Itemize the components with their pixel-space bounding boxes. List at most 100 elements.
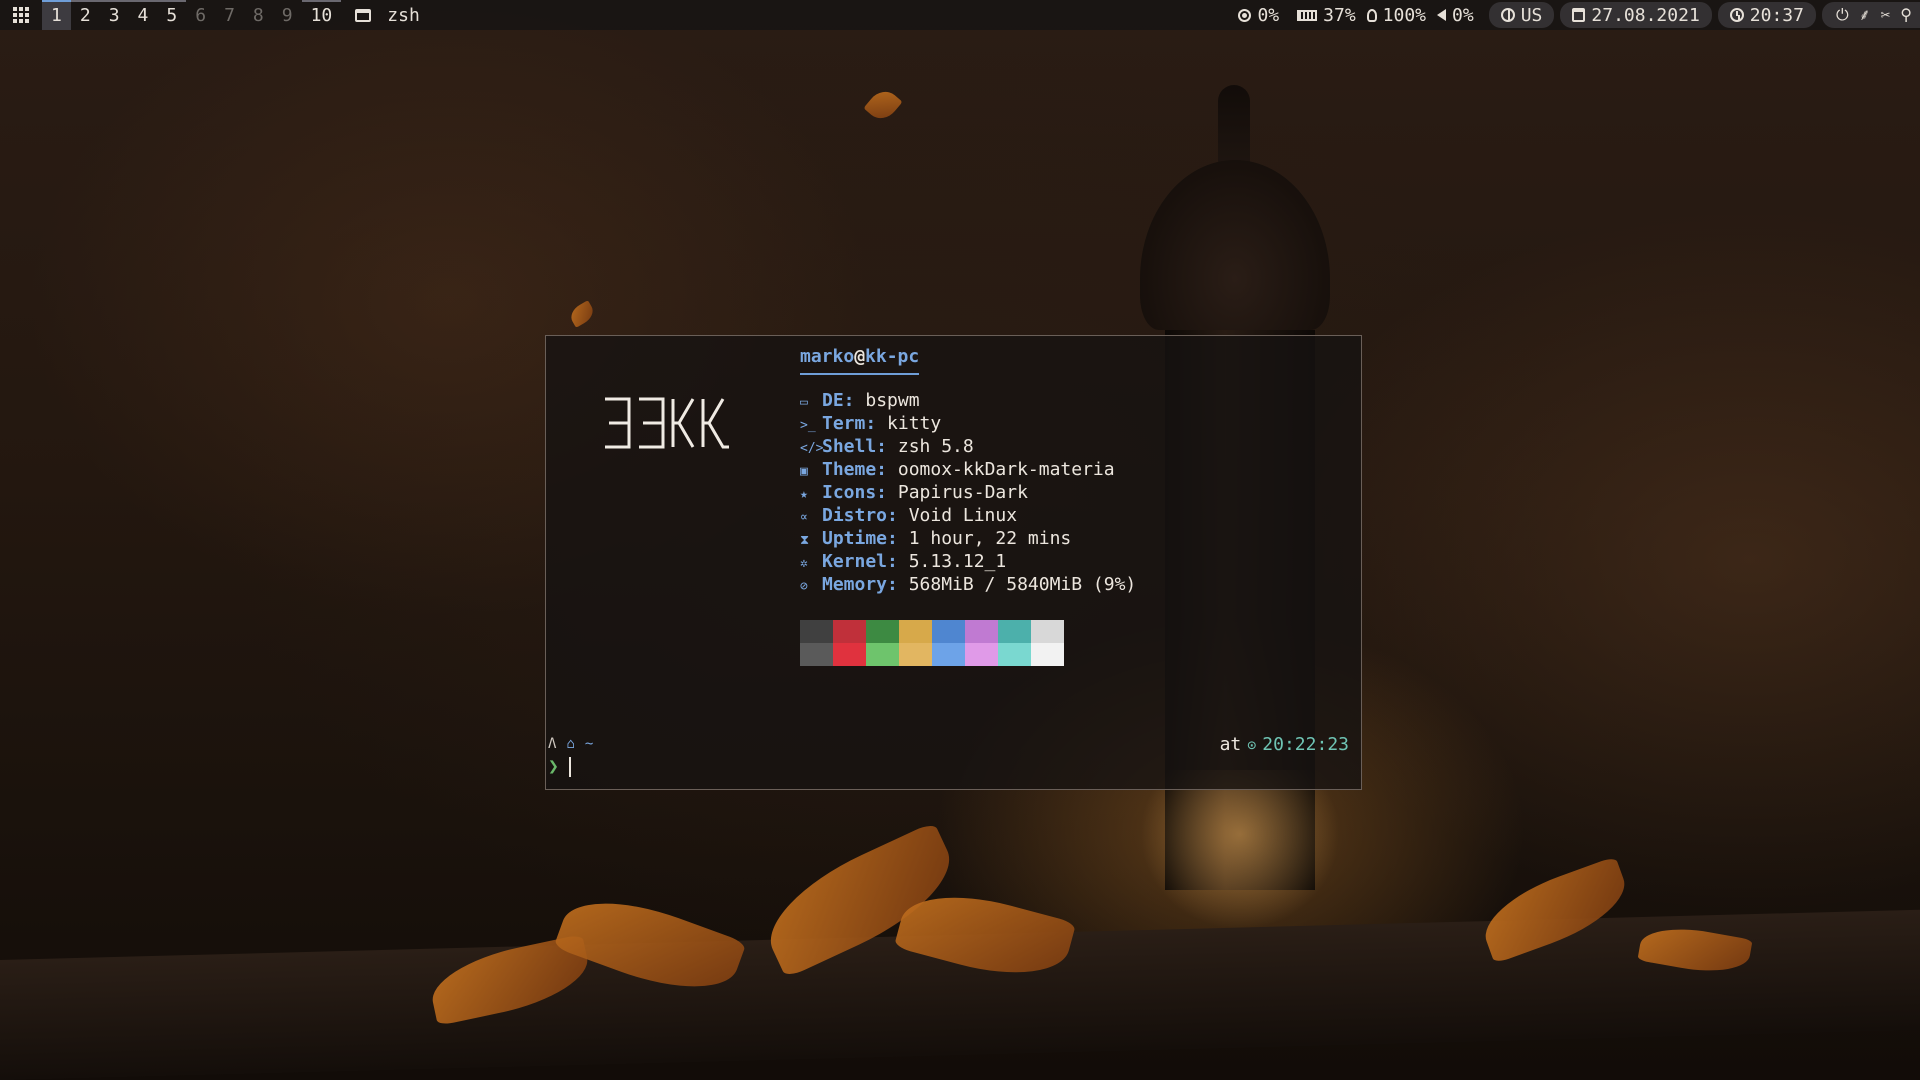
brightness-module[interactable]: 100% — [1365, 0, 1435, 30]
info-key: Kernel: — [822, 551, 898, 572]
color-swatch — [833, 643, 866, 666]
info-key: DE: — [822, 390, 855, 411]
cpu-module[interactable]: 0% — [1229, 0, 1288, 30]
info-value: bspwm — [854, 390, 920, 411]
feather-icon[interactable]: ⸙ — [1859, 7, 1871, 23]
power-icon[interactable]: ⏻ — [1836, 7, 1849, 23]
info-key: Shell: — [822, 436, 888, 457]
clock-module[interactable]: 20:37 — [1717, 2, 1816, 28]
prompt-time: at ⊙ 20:22:23 — [1220, 734, 1349, 755]
info-row: ⧗ Uptime: 1 hour, 22 mins — [800, 527, 1136, 550]
hostname: kk-pc — [865, 346, 920, 367]
home-icon: ⌂ — [566, 736, 575, 752]
volume-module[interactable]: 0% — [1435, 0, 1483, 30]
image-icon: ▣ — [800, 464, 808, 479]
ram-value: 37% — [1323, 4, 1356, 26]
autumn-leaf — [567, 300, 597, 328]
globe-icon — [1500, 8, 1515, 22]
memory-icon: ⊘ — [800, 579, 808, 594]
palette-row-normal — [800, 620, 1064, 643]
info-key: Uptime: — [822, 528, 898, 549]
workspace-5[interactable]: 5 — [157, 0, 187, 30]
lantern-dome — [1140, 160, 1330, 330]
date-module[interactable]: 27.08.2021 — [1560, 2, 1712, 28]
color-swatch — [1031, 620, 1064, 643]
ram-module[interactable]: 37% — [1288, 0, 1365, 30]
info-row: ▭ DE: bspwm — [800, 389, 1136, 412]
hourglass-icon: ⧗ — [800, 533, 810, 548]
system-tray: ⏻ ⸙ ✂ ⚲ — [1821, 2, 1920, 28]
info-value: Void Linux — [897, 505, 1018, 526]
calendar-icon — [1572, 8, 1586, 22]
keyboard-layout-value: US — [1520, 4, 1543, 26]
info-row: ▣ Theme: oomox-kkDark-materia — [800, 458, 1136, 481]
status-bar: 1 2 3 4 5 6 7 8 9 10 zsh 0% 37% 100% 0% US 27.08.… — [0, 0, 1920, 30]
info-row: ★ Icons: Papirus-Dark — [800, 481, 1136, 504]
info-value: 568MiB / 5840MiB (9%) — [897, 574, 1137, 595]
workspace-4[interactable]: 4 — [128, 0, 158, 30]
date-value: 27.08.2021 — [1591, 4, 1700, 26]
fetch-info: marko@kk-pc ▭ DE: bspwm >_ Term: kitty </>Sh… — [800, 346, 1136, 596]
color-swatch — [899, 643, 932, 666]
info-list: ▭ DE: bspwm >_ Term: kitty </>Shell: zsh 5.8… — [800, 389, 1136, 596]
text-cursor — [568, 757, 571, 777]
info-row: </>Shell: zsh 5.8 — [800, 435, 1136, 458]
info-row: >_ Term: kitty — [800, 412, 1136, 435]
color-swatch — [965, 620, 998, 643]
workspace-10[interactable]: 10 — [301, 0, 342, 30]
info-row: ✲ Kernel: 5.13.12_1 — [800, 550, 1136, 573]
terminal-icon: >_ — [800, 418, 816, 433]
keyboard-layout-module[interactable]: US — [1488, 2, 1555, 28]
color-swatch — [998, 620, 1031, 643]
info-value: oomox-kkDark-materia — [887, 459, 1115, 480]
color-swatch — [1031, 643, 1064, 666]
info-key: Distro: — [822, 505, 898, 526]
info-value: kitty — [876, 413, 942, 434]
workspace-6[interactable]: 6 — [186, 0, 215, 30]
ascii-logo — [605, 397, 729, 449]
workspace-1[interactable]: 1 — [42, 0, 71, 30]
color-palette — [800, 620, 1064, 666]
cpu-icon — [1238, 8, 1252, 22]
color-swatch — [866, 620, 899, 643]
workspace-2[interactable]: 2 — [70, 0, 100, 30]
palette-row-bright — [800, 643, 1064, 666]
time-value: 20:37 — [1749, 4, 1804, 26]
color-swatch — [800, 620, 833, 643]
workspace-3[interactable]: 3 — [99, 0, 129, 30]
color-swatch — [998, 643, 1031, 666]
prompt-time-value: 20:22:23 — [1262, 734, 1349, 755]
color-swatch — [899, 620, 932, 643]
kitty-terminal-window[interactable]: marko@kk-pc ▭ DE: bspwm >_ Term: kitty </>Sh… — [545, 335, 1362, 790]
clock-icon: ⊙ — [1247, 736, 1257, 754]
workspace-8[interactable]: 8 — [244, 0, 273, 30]
color-swatch — [833, 620, 866, 643]
code-icon: </> — [800, 441, 824, 456]
color-swatch — [800, 643, 833, 666]
tools-icon[interactable]: ✂ — [1881, 7, 1891, 23]
brightness-value: 100% — [1382, 4, 1427, 26]
clock-icon — [1729, 8, 1744, 22]
os-icon: Λ — [548, 736, 557, 752]
color-swatch — [866, 643, 899, 666]
workspace-9[interactable]: 9 — [273, 0, 302, 30]
workspace-7[interactable]: 7 — [215, 0, 244, 30]
app-launcher-button[interactable] — [0, 0, 42, 30]
prompt-info: Λ ⌂ ~ — [548, 736, 593, 752]
color-swatch — [965, 643, 998, 666]
lantern-glow — [1140, 770, 1340, 930]
lightbulb-icon — [1366, 8, 1377, 22]
command-input-line[interactable]: ❯ — [548, 756, 571, 777]
pin-icon[interactable]: ⚲ — [1900, 7, 1912, 23]
color-swatch — [932, 643, 965, 666]
info-key: Memory: — [822, 574, 898, 595]
speaker-icon — [1437, 9, 1447, 21]
gear-icon: ✲ — [800, 556, 808, 571]
workspace-list: 1 2 3 4 5 6 7 8 9 10 — [42, 0, 341, 30]
info-row: ∝ Distro: Void Linux — [800, 504, 1136, 527]
info-key: Term: — [822, 413, 877, 434]
info-value: zsh 5.8 — [887, 436, 974, 457]
window-icon — [355, 8, 372, 22]
time-prefix: at — [1219, 734, 1242, 755]
prompt-chevron-icon: ❯ — [548, 756, 559, 777]
